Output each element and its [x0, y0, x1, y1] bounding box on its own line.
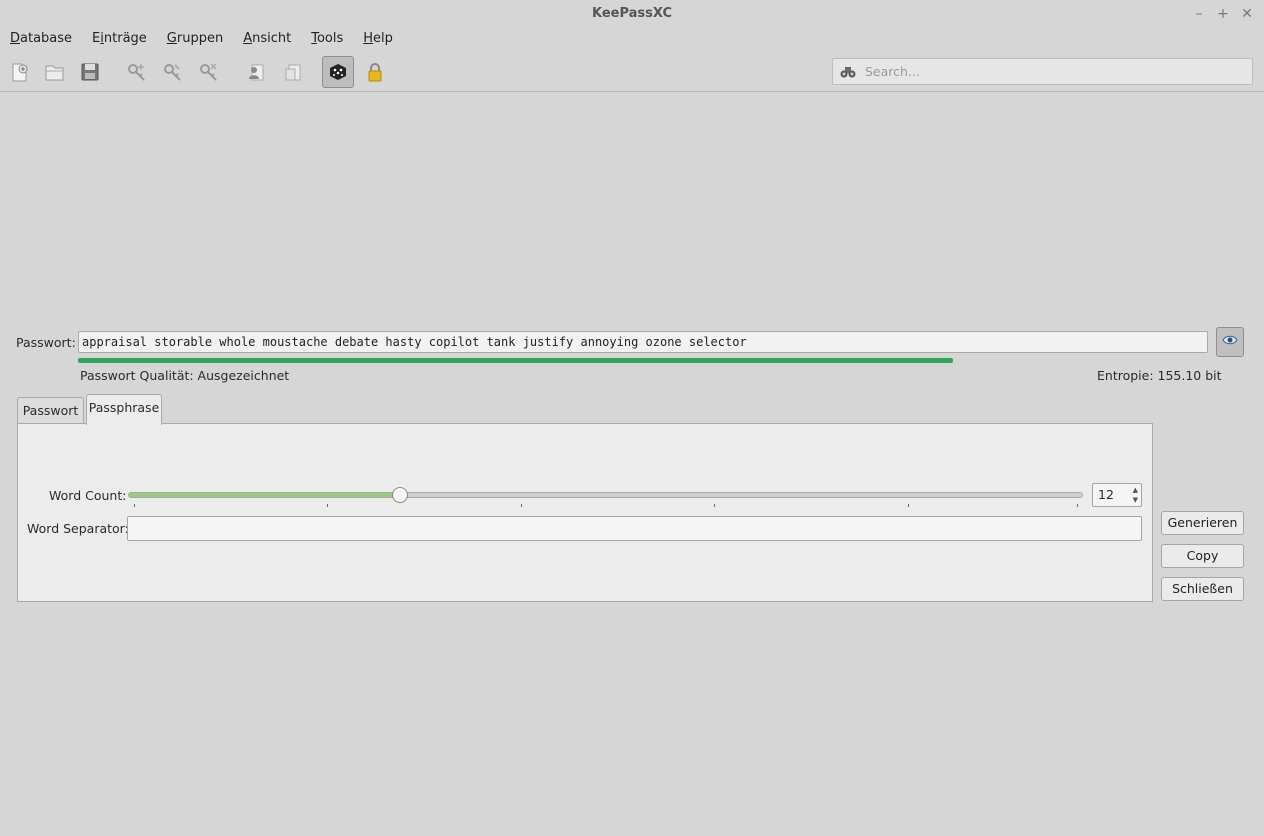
tab-passphrase[interactable]: Passphrase: [86, 394, 162, 425]
slider-tick: [908, 504, 909, 507]
menu-bar: Database Einträge Gruppen Ansicht Tools …: [0, 28, 403, 50]
word-count-slider[interactable]: [128, 492, 1083, 498]
menu-accel: H: [363, 31, 374, 46]
add-entry-icon[interactable]: [120, 56, 152, 88]
spin-up-icon[interactable]: ▲: [1133, 486, 1138, 494]
password-field[interactable]: appraisal storable whole moustache debat…: [78, 331, 1208, 353]
entropy-label: Entropie: 155.10 bit: [1097, 368, 1222, 383]
maximize-button[interactable]: +: [1216, 0, 1230, 28]
copy-button[interactable]: Copy: [1161, 544, 1244, 568]
edit-entry-icon[interactable]: [156, 56, 188, 88]
minimize-button[interactable]: –: [1192, 0, 1206, 28]
copy-password-icon[interactable]: [276, 56, 308, 88]
close-window-button[interactable]: ✕: [1240, 0, 1254, 28]
search-input[interactable]: Search...: [832, 58, 1253, 85]
word-count-value: 12: [1098, 487, 1114, 502]
menu-label: elp: [373, 31, 393, 46]
menu-help[interactable]: Help: [353, 28, 403, 50]
copy-username-icon[interactable]: [239, 56, 271, 88]
slider-tick: [134, 504, 135, 507]
lock-database-icon[interactable]: [359, 56, 391, 88]
slider-tick: [714, 504, 715, 507]
slider-tick: [1077, 504, 1078, 507]
menu-accel: D: [10, 31, 21, 46]
word-separator-label: Word Separator:: [27, 521, 129, 536]
menu-label: ools: [316, 31, 344, 46]
tab-password[interactable]: Passwort: [17, 397, 84, 425]
menu-groups[interactable]: Gruppen: [157, 28, 233, 50]
binoculars-icon: [840, 65, 856, 83]
password-label: Passwort:: [16, 335, 76, 350]
menu-label: ruppen: [176, 31, 224, 46]
window-controls: – + ✕: [1192, 0, 1254, 28]
menu-label: nsicht: [252, 31, 292, 46]
menu-database[interactable]: Database: [0, 28, 82, 50]
word-count-slider-fill: [129, 493, 401, 497]
toggle-visibility-button[interactable]: [1216, 327, 1244, 357]
generate-button[interactable]: Generieren: [1161, 511, 1244, 535]
menu-label: atabase: [20, 31, 73, 46]
password-quality-label: Passwort Qualität: Ausgezeichnet: [80, 368, 290, 383]
menu-accel: G: [166, 31, 177, 46]
slider-tick: [327, 504, 328, 507]
eye-icon: [1222, 334, 1238, 350]
word-separator-input[interactable]: [127, 516, 1142, 541]
menu-view[interactable]: Ansicht: [233, 28, 301, 50]
menu-accel: A: [243, 31, 253, 46]
slider-tick: [521, 504, 522, 507]
search-placeholder: Search...: [865, 64, 920, 79]
password-quality-bar: [78, 358, 953, 364]
close-button[interactable]: Schließen: [1161, 577, 1244, 601]
spin-down-icon[interactable]: ▼: [1133, 496, 1138, 504]
passphrase-panel: [17, 423, 1153, 602]
open-database-icon[interactable]: [38, 56, 70, 88]
window-title: KeePassXC: [591, 6, 672, 21]
menu-label: nträge: [103, 31, 147, 46]
delete-entry-icon[interactable]: [192, 56, 224, 88]
menu-tools[interactable]: Tools: [301, 28, 353, 50]
word-count-label: Word Count:: [49, 488, 127, 503]
save-database-icon[interactable]: [74, 56, 106, 88]
new-database-icon[interactable]: [3, 56, 35, 88]
password-generator-icon[interactable]: [322, 56, 354, 88]
word-count-spinbox[interactable]: 12 ▲ ▼: [1092, 483, 1142, 507]
password-quality-fill: [78, 358, 953, 363]
menu-entries[interactable]: Einträge: [82, 28, 157, 50]
